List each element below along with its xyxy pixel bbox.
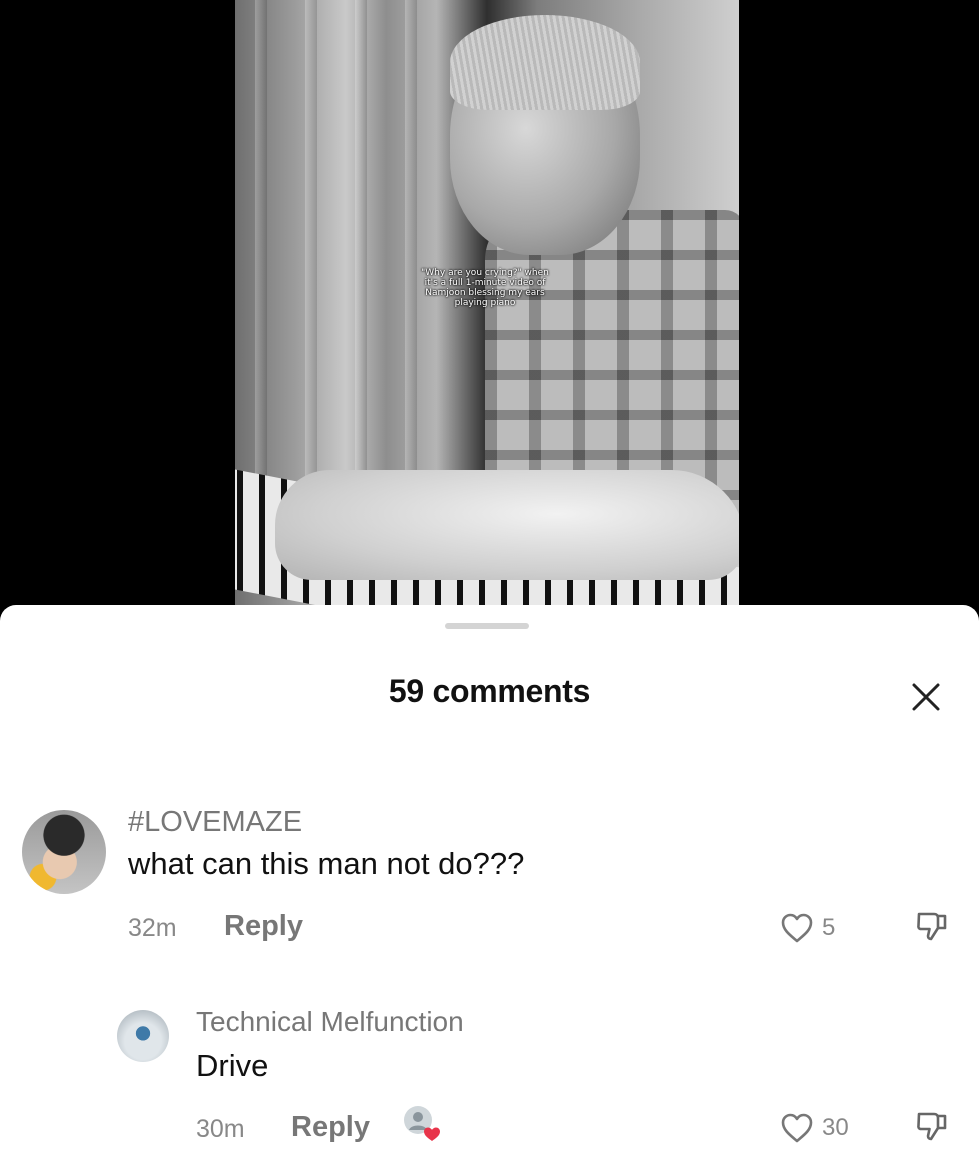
comments-count-title: 59 comments xyxy=(388,673,591,709)
comment-username[interactable]: Technical Melfunction xyxy=(196,1006,464,1038)
comment-text: Drive xyxy=(196,1048,269,1083)
reply-button[interactable]: Reply xyxy=(224,910,303,943)
comment-timestamp: 30m xyxy=(196,1115,245,1143)
heart-icon[interactable] xyxy=(780,912,814,944)
comments-sheet: 59 comments #LOVEMAZE what can this man … xyxy=(0,605,979,1164)
video-player[interactable]: "Why are you crying?" when it's a full 1… xyxy=(235,0,739,622)
close-icon[interactable] xyxy=(908,679,944,715)
video-caption-line: playing piano xyxy=(454,298,516,308)
curtain-fold xyxy=(305,0,317,520)
curtain-fold xyxy=(405,0,417,520)
dislike-icon[interactable] xyxy=(914,1108,950,1144)
video-person-hands xyxy=(275,470,739,580)
comment-timestamp: 32m xyxy=(128,914,177,942)
curtain-fold xyxy=(355,0,367,520)
video-caption: "Why are you crying?" when it's a full 1… xyxy=(395,268,575,308)
reply-button[interactable]: Reply xyxy=(291,1111,370,1144)
video-caption-line: "Why are you crying?" when xyxy=(421,268,549,278)
video-person-hair xyxy=(450,15,640,110)
video-caption-line: Namjoon blessing my ears xyxy=(425,288,545,298)
creator-liked-icon xyxy=(402,1104,442,1144)
heart-icon[interactable] xyxy=(780,1112,814,1144)
comment-username[interactable]: #LOVEMAZE xyxy=(128,806,302,839)
curtain-fold xyxy=(255,0,267,520)
sheet-drag-handle[interactable] xyxy=(445,623,529,629)
avatar[interactable] xyxy=(22,810,106,894)
like-count: 30 xyxy=(822,1114,849,1141)
video-caption-line: it's a full 1-minute video of xyxy=(424,278,546,288)
comment-text: what can this man not do??? xyxy=(128,846,525,881)
comment-reply-item: Technical Melfunction Drive 30m Reply 30 xyxy=(0,998,979,1158)
dislike-icon[interactable] xyxy=(914,908,950,944)
comment-item: #LOVEMAZE what can this man not do??? 32… xyxy=(0,798,979,958)
avatar[interactable] xyxy=(117,1010,169,1062)
like-count: 5 xyxy=(822,914,836,941)
